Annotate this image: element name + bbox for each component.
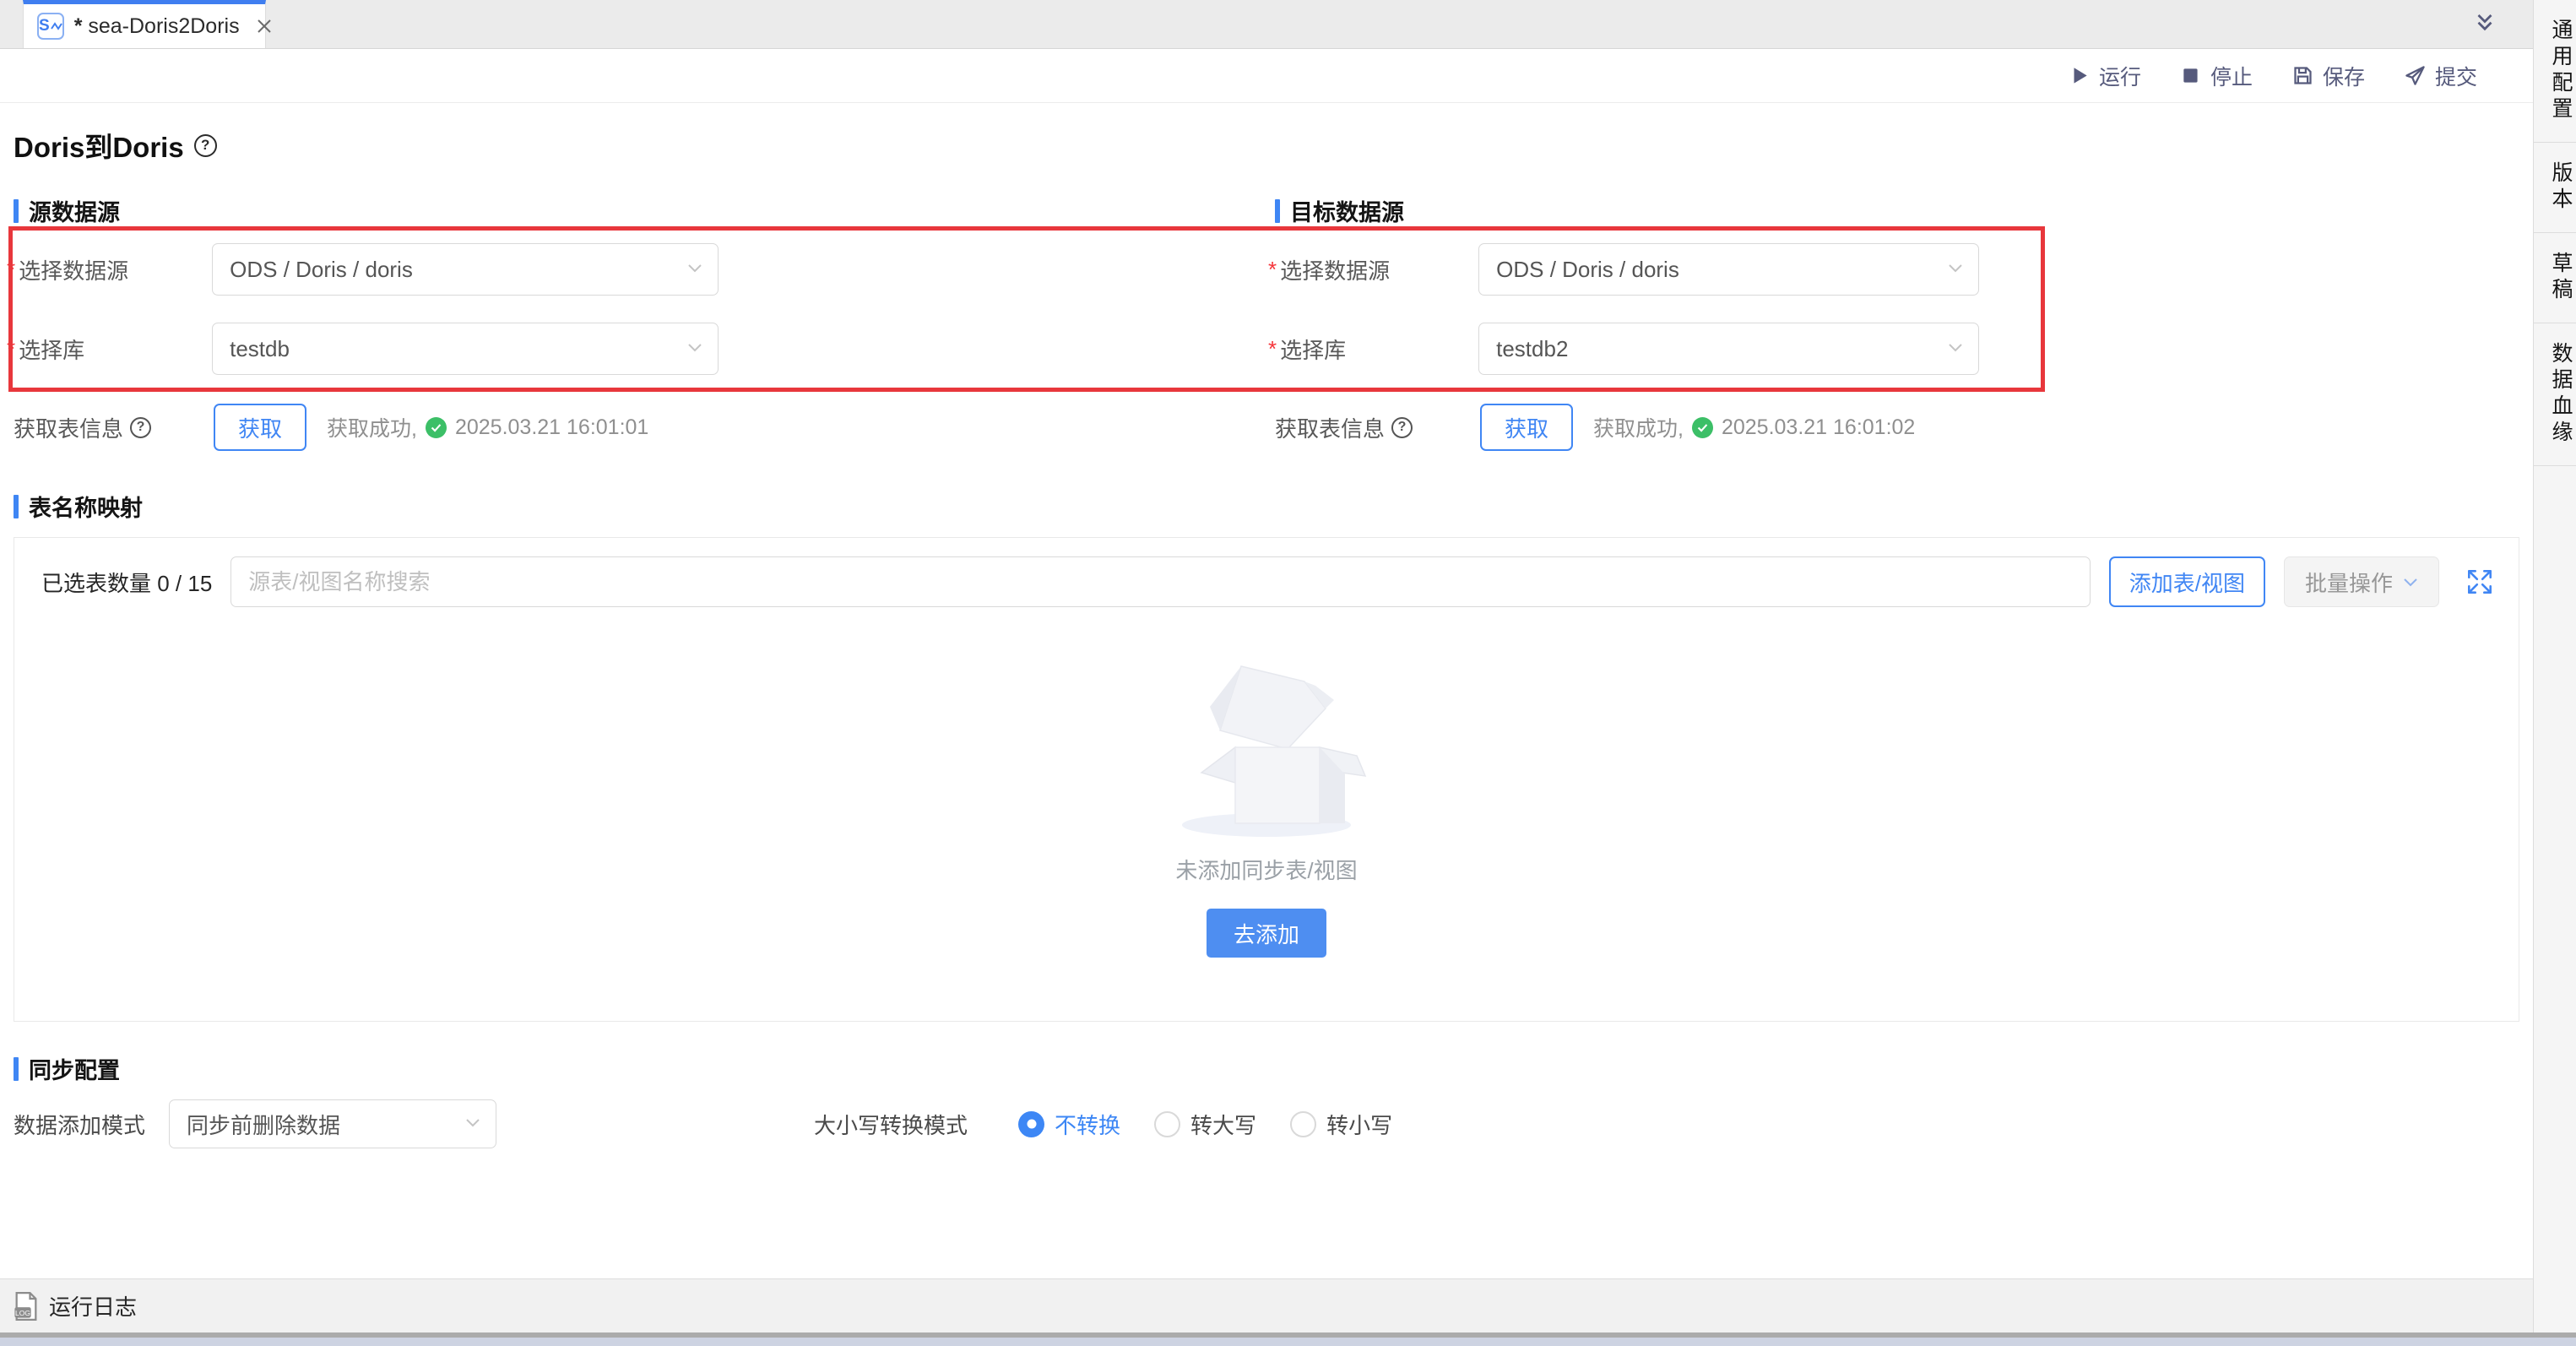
sidebar-item-version[interactable]: 版本 xyxy=(2534,143,2576,233)
window-edge-strip xyxy=(0,1338,2576,1346)
required-marker: * xyxy=(7,336,15,362)
section-accent-bar xyxy=(14,495,19,518)
right-sidebar: 通用配置 版本 草稿 数据血缘 xyxy=(2533,0,2576,1332)
section-accent-bar xyxy=(1275,199,1280,223)
radio-dot xyxy=(1290,1111,1316,1137)
target-db-label: 选择库 xyxy=(1280,334,1478,365)
sidebar-item-draft[interactable]: 草稿 xyxy=(2534,233,2576,323)
batch-operation-button[interactable]: 批量操作 xyxy=(2284,556,2439,607)
add-table-view-button[interactable]: 添加表/视图 xyxy=(2109,556,2265,607)
target-fetch-status: 获取成功, 2025.03.21 16:01:02 xyxy=(1593,412,1915,442)
target-datasource-select[interactable]: ODS / Doris / doris xyxy=(1478,243,1979,296)
table-search-input[interactable] xyxy=(230,556,2090,607)
empty-state: 未添加同步表/视图 去添加 xyxy=(14,656,2519,958)
chevron-down-icon xyxy=(1948,341,1963,356)
source-section-header: 源数据源 xyxy=(14,194,120,227)
radio-dot xyxy=(1154,1111,1180,1137)
chevron-down-icon xyxy=(465,1116,480,1132)
case-mode-label: 大小写转换模式 xyxy=(814,1109,968,1140)
play-icon xyxy=(2069,65,2091,87)
sidebar-item-general-config[interactable]: 通用配置 xyxy=(2534,0,2576,143)
chevron-down-icon xyxy=(687,262,702,277)
stop-icon xyxy=(2180,65,2202,87)
target-fetch-label: 获取表信息 ? xyxy=(1275,412,1460,443)
table-mapping-panel: 已选表数量 0 / 15 添加表/视图 批量操作 xyxy=(14,537,2519,1022)
sync-config-row: 数据添加模式 同步前删除数据 大小写转换模式 不转换 转大写 转小写 xyxy=(14,1098,2516,1150)
go-add-button[interactable]: 去添加 xyxy=(1207,909,1326,958)
table-mapping-header: 表名称映射 xyxy=(14,490,143,523)
required-marker: * xyxy=(1268,336,1277,362)
required-marker: * xyxy=(1268,257,1277,283)
sync-config-header: 同步配置 xyxy=(14,1052,120,1085)
collapse-panel-icon[interactable] xyxy=(2472,11,2497,41)
save-button[interactable]: 保存 xyxy=(2291,61,2365,91)
sidebar-item-data-lineage[interactable]: 数据血缘 xyxy=(2534,323,2576,466)
section-accent-bar xyxy=(14,1057,19,1081)
tab-bar: S * sea-Doris2Doris xyxy=(0,0,2533,49)
chevron-down-icon xyxy=(2403,578,2418,587)
run-log-label: 运行日志 xyxy=(49,1290,137,1322)
success-check-icon xyxy=(426,417,447,438)
empty-box-illustration xyxy=(1161,656,1372,842)
source-fetch-row: 获取表信息 ? 获取 获取成功, 2025.03.21 16:01:01 xyxy=(14,404,648,451)
target-db-select[interactable]: testdb2 xyxy=(1478,323,1979,375)
main-content: Doris到Doris ? 源数据源 目标数据源 * 选择数据源 ODS / D… xyxy=(0,103,2533,1278)
tab-sea-doris2doris[interactable]: S * sea-Doris2Doris xyxy=(23,0,266,48)
run-button[interactable]: 运行 xyxy=(2069,61,2141,91)
source-db-label: 选择库 xyxy=(19,334,212,365)
table-mapping-controls: 已选表数量 0 / 15 添加表/视图 批量操作 xyxy=(14,538,2519,607)
append-mode-select[interactable]: 同步前删除数据 xyxy=(169,1099,496,1148)
tab-title: * sea-Doris2Doris xyxy=(74,14,240,39)
target-section-header: 目标数据源 xyxy=(1275,194,1404,227)
send-icon xyxy=(2404,64,2427,87)
title-help-icon[interactable]: ? xyxy=(194,134,217,157)
submit-button[interactable]: 提交 xyxy=(2404,61,2477,91)
target-fetch-row: 获取表信息 ? 获取 获取成功, 2025.03.21 16:01:02 xyxy=(1275,404,1915,451)
fullscreen-expand-icon[interactable] xyxy=(2465,567,2495,597)
modified-marker: * xyxy=(74,14,83,38)
empty-state-text: 未添加同步表/视图 xyxy=(1175,854,1357,885)
save-icon xyxy=(2291,64,2314,87)
source-datasource-select[interactable]: ODS / Doris / doris xyxy=(212,243,719,296)
tab-close-icon[interactable] xyxy=(255,17,274,35)
chevron-down-icon xyxy=(687,341,702,356)
radio-to-lowercase[interactable]: 转小写 xyxy=(1290,1109,1392,1140)
svg-text:LOG: LOG xyxy=(15,1308,30,1316)
source-db-row: * 选择库 testdb xyxy=(7,323,719,375)
target-datasource-label: 选择数据源 xyxy=(1280,254,1478,285)
append-mode-label: 数据添加模式 xyxy=(14,1109,145,1140)
source-fetch-time: 2025.03.21 16:01:01 xyxy=(455,415,648,440)
source-fetch-status: 获取成功, 2025.03.21 16:01:01 xyxy=(327,412,648,442)
action-toolbar: 运行 停止 保存 提交 xyxy=(0,49,2533,103)
fetch-help-icon[interactable]: ? xyxy=(1391,417,1413,438)
section-accent-bar xyxy=(14,199,19,223)
target-db-row: * 选择库 testdb2 xyxy=(1268,323,1979,375)
target-fetch-button[interactable]: 获取 xyxy=(1480,404,1573,451)
source-fetch-label: 获取表信息 ? xyxy=(14,412,193,443)
fetch-help-icon[interactable]: ? xyxy=(130,417,151,438)
page-title: Doris到Doris ? xyxy=(14,125,217,166)
source-datasource-label: 选择数据源 xyxy=(19,254,212,285)
required-marker: * xyxy=(7,257,15,283)
radio-to-uppercase[interactable]: 转大写 xyxy=(1154,1109,1256,1140)
target-fetch-time: 2025.03.21 16:01:02 xyxy=(1722,415,1915,440)
stop-button[interactable]: 停止 xyxy=(2180,61,2253,91)
radio-no-convert[interactable]: 不转换 xyxy=(1018,1109,1120,1140)
log-file-icon: LOG xyxy=(14,1292,39,1321)
case-mode-radio-group: 不转换 转大写 转小写 xyxy=(1018,1109,1392,1140)
selected-table-count: 已选表数量 0 / 15 xyxy=(41,567,212,598)
source-datasource-row: * 选择数据源 ODS / Doris / doris xyxy=(7,243,719,296)
sync-task-icon: S xyxy=(37,13,64,40)
chevron-down-icon xyxy=(1948,262,1963,277)
run-log-bar[interactable]: LOG 运行日志 xyxy=(0,1278,2533,1332)
radio-dot xyxy=(1018,1111,1044,1137)
success-check-icon xyxy=(1692,417,1713,438)
target-datasource-row: * 选择数据源 ODS / Doris / doris xyxy=(1268,243,1979,296)
source-fetch-button[interactable]: 获取 xyxy=(214,404,306,451)
source-db-select[interactable]: testdb xyxy=(212,323,719,375)
